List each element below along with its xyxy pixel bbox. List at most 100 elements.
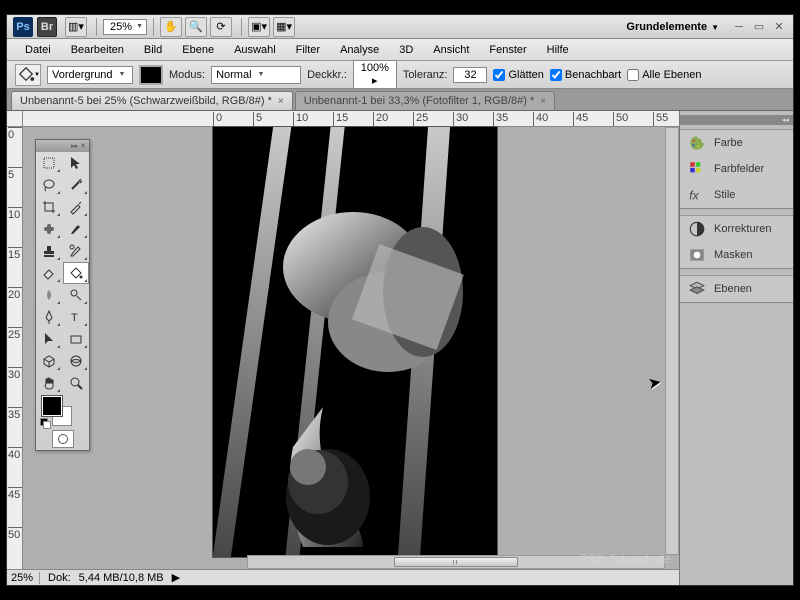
svg-text:T: T bbox=[71, 312, 78, 324]
vertical-scrollbar[interactable] bbox=[665, 127, 679, 555]
tool-eraser[interactable] bbox=[36, 262, 62, 284]
panel-farbfelder[interactable]: Farbfelder bbox=[680, 156, 793, 182]
menu-3d[interactable]: 3D bbox=[389, 41, 423, 59]
fill-target-select[interactable]: Vordergrund▼ bbox=[47, 66, 133, 84]
tool-selection[interactable] bbox=[63, 152, 89, 174]
tool-3d[interactable] bbox=[36, 350, 62, 372]
extras-button[interactable]: ▦▾ bbox=[273, 17, 295, 37]
status-arrow-icon[interactable]: ▶ bbox=[172, 571, 180, 584]
menu-ansicht[interactable]: Ansicht bbox=[423, 41, 479, 59]
panel-stile[interactable]: fx Stile bbox=[680, 182, 793, 208]
document-tab-active[interactable]: Unbenannt-5 bei 25% (Schwarzweißbild, RG… bbox=[11, 91, 293, 110]
palette-icon bbox=[688, 135, 706, 151]
rotate-view-button[interactable]: ⟳ bbox=[210, 17, 232, 37]
frame-arrange-button[interactable]: ▥▾ bbox=[65, 17, 87, 37]
scrollbar-thumb[interactable] bbox=[394, 557, 519, 567]
menu-datei[interactable]: Datei bbox=[15, 41, 61, 59]
panel-label: Masken bbox=[714, 249, 753, 261]
rotate-icon: ⟳ bbox=[216, 20, 225, 33]
panel-ebenen[interactable]: Ebenen bbox=[680, 276, 793, 302]
zoom-select[interactable]: 25% bbox=[103, 19, 147, 35]
workspace-select[interactable]: Grundelemente▼ bbox=[618, 18, 727, 36]
mode-label: Modus: bbox=[169, 69, 205, 81]
tool-history-brush[interactable] bbox=[63, 240, 89, 262]
contiguous-checkbox[interactable]: Benachbart bbox=[550, 69, 621, 81]
maximize-button[interactable]: ▭ bbox=[751, 20, 767, 34]
tool-paint-bucket[interactable] bbox=[63, 262, 89, 284]
foreground-color-swatch[interactable] bbox=[42, 396, 62, 416]
tool-shape[interactable] bbox=[63, 328, 89, 350]
default-colors-icon[interactable] bbox=[40, 418, 50, 428]
zoom-tool-button[interactable]: 🔍 bbox=[185, 17, 207, 37]
status-doc-label: Dok: bbox=[48, 572, 71, 584]
fill-color-swatch[interactable] bbox=[139, 65, 163, 85]
close-tab-icon[interactable]: × bbox=[540, 96, 546, 107]
current-tool-icon[interactable]: ▼ bbox=[15, 64, 41, 86]
tool-healing[interactable] bbox=[36, 218, 62, 240]
mode-select[interactable]: Normal▼ bbox=[211, 66, 301, 84]
document-tab-inactive[interactable]: Unbenannt-1 bei 33,3% (Fotofilter 1, RGB… bbox=[295, 91, 555, 110]
image-content bbox=[213, 127, 497, 557]
menu-ebene[interactable]: Ebene bbox=[172, 41, 224, 59]
tool-magic-wand[interactable] bbox=[63, 174, 89, 196]
menu-fenster[interactable]: Fenster bbox=[479, 41, 536, 59]
tool-dodge[interactable] bbox=[63, 284, 89, 306]
document-canvas[interactable] bbox=[213, 127, 497, 557]
close-button[interactable]: ✕ bbox=[771, 20, 787, 34]
svg-text:fx: fx bbox=[689, 189, 699, 203]
all-layers-checkbox[interactable]: Alle Ebenen bbox=[627, 69, 701, 81]
quick-mask-toggle[interactable] bbox=[36, 428, 89, 450]
statusbar: 25% Dok: 5,44 MB/10,8 MB ▶ bbox=[7, 569, 679, 585]
dock-expand-handle[interactable]: ◂◂ bbox=[680, 115, 793, 125]
watermark: PSD-Tutorials.de bbox=[580, 552, 670, 566]
menu-analyse[interactable]: Analyse bbox=[330, 41, 389, 59]
tool-eyedropper[interactable] bbox=[63, 196, 89, 218]
screen-mode-button[interactable]: ▣▾ bbox=[248, 17, 270, 37]
minimize-button[interactable]: ─ bbox=[731, 20, 747, 34]
styles-icon: fx bbox=[688, 187, 706, 203]
close-tab-icon[interactable]: × bbox=[278, 96, 284, 107]
menu-bild[interactable]: Bild bbox=[134, 41, 172, 59]
menu-auswahl[interactable]: Auswahl bbox=[224, 41, 286, 59]
swatches-icon bbox=[688, 161, 706, 177]
tool-brush[interactable] bbox=[63, 218, 89, 240]
panel-label: Ebenen bbox=[714, 283, 752, 295]
tool-3d-camera[interactable] bbox=[63, 350, 89, 372]
menu-filter[interactable]: Filter bbox=[286, 41, 330, 59]
color-swatches[interactable] bbox=[36, 394, 89, 428]
tool-stamp[interactable] bbox=[36, 240, 62, 262]
masks-icon bbox=[688, 247, 706, 263]
panel-farbe[interactable]: Farbe bbox=[680, 130, 793, 156]
toolbox-header[interactable]: ▸▸✕ bbox=[36, 140, 89, 152]
tool-path-select[interactable] bbox=[36, 328, 62, 350]
ruler-vertical[interactable]: 05101520253035404550 bbox=[7, 127, 23, 569]
panel-korrekturen[interactable]: Korrekturen bbox=[680, 216, 793, 242]
adjustments-icon bbox=[688, 221, 706, 237]
tool-crop[interactable] bbox=[36, 196, 62, 218]
panel-masken[interactable]: Masken bbox=[680, 242, 793, 268]
tab-label: Unbenannt-5 bei 25% (Schwarzweißbild, RG… bbox=[20, 95, 272, 107]
bridge-button[interactable]: Br bbox=[37, 17, 57, 37]
tool-pen[interactable] bbox=[36, 306, 62, 328]
tool-type[interactable]: T bbox=[63, 306, 89, 328]
toolbox[interactable]: ▸▸✕ T bbox=[35, 139, 90, 451]
ruler-horizontal[interactable]: 0510152025303540455055 bbox=[23, 111, 679, 127]
tolerance-input[interactable]: 32 bbox=[453, 67, 487, 83]
status-zoom[interactable]: 25% bbox=[11, 572, 40, 584]
opacity-input[interactable]: 100% ▸ bbox=[353, 60, 397, 89]
right-dock: ◂◂ Farbe Farbfelder fx Stile Korr bbox=[679, 111, 793, 585]
tool-lasso[interactable] bbox=[36, 174, 62, 196]
panel-label: Stile bbox=[714, 189, 735, 201]
tool-zoom[interactable] bbox=[63, 372, 89, 394]
antialias-checkbox[interactable]: Glätten bbox=[493, 69, 543, 81]
tool-hand[interactable] bbox=[36, 372, 62, 394]
layers-icon bbox=[688, 281, 706, 297]
app-logo-ps: Ps bbox=[13, 17, 33, 37]
menu-hilfe[interactable]: Hilfe bbox=[537, 41, 579, 59]
tool-blur[interactable] bbox=[36, 284, 62, 306]
menu-bearbeiten[interactable]: Bearbeiten bbox=[61, 41, 134, 59]
tolerance-label: Toleranz: bbox=[403, 69, 448, 81]
ruler-origin[interactable] bbox=[7, 111, 23, 127]
tool-move[interactable] bbox=[36, 152, 62, 174]
hand-tool-button[interactable]: ✋ bbox=[160, 17, 182, 37]
